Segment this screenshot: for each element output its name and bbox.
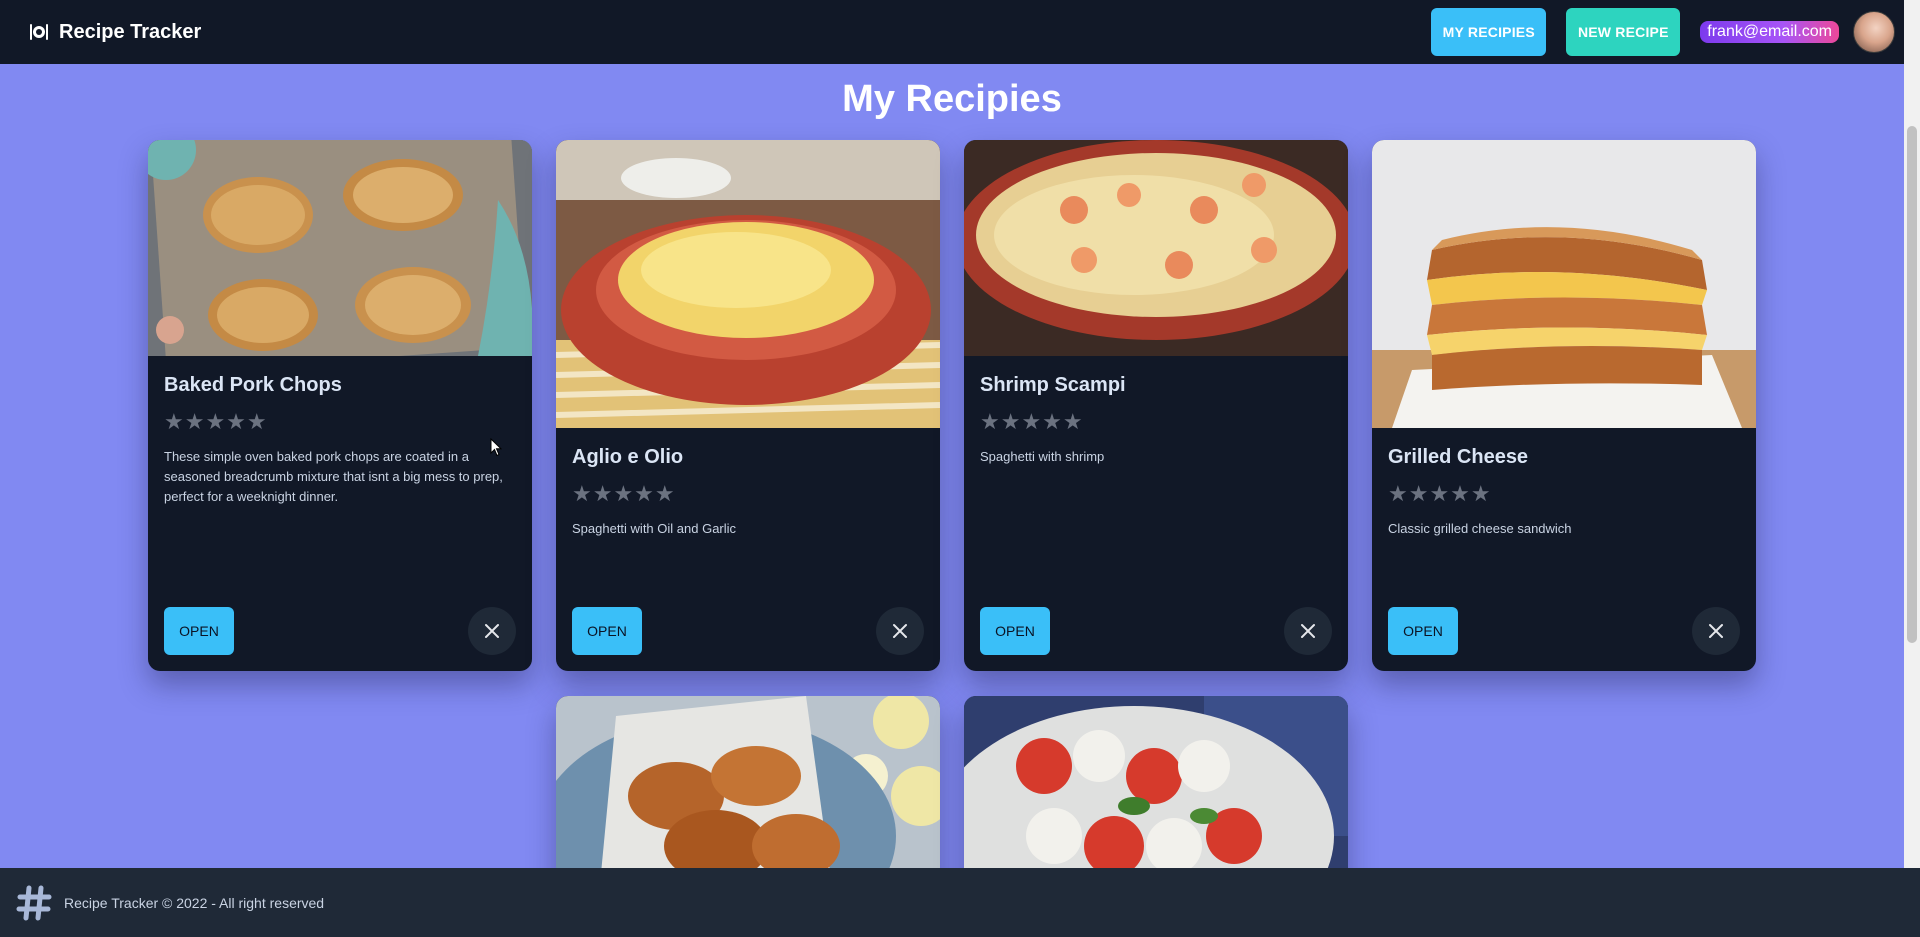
user-email-badge[interactable]: frank@email.com bbox=[1700, 21, 1839, 43]
open-recipe-button[interactable]: OPEN bbox=[1388, 607, 1458, 655]
close-icon bbox=[1301, 624, 1315, 638]
star-rating[interactable]: ★★★★★ bbox=[572, 483, 924, 505]
recipe-description: Spaghetti with shrimp bbox=[980, 449, 1105, 464]
mouse-cursor-icon bbox=[490, 438, 502, 457]
delete-recipe-button[interactable] bbox=[468, 607, 516, 655]
my-recipes-button[interactable]: MY RECIPIES bbox=[1431, 8, 1547, 56]
recipe-title: Grilled Cheese bbox=[1388, 446, 1529, 468]
scrollbar[interactable] bbox=[1904, 0, 1920, 868]
plate-cutlery-icon bbox=[30, 24, 48, 40]
recipe-title: Aglio e Olio bbox=[572, 446, 684, 468]
open-recipe-button[interactable]: OPEN bbox=[980, 607, 1050, 655]
recipe-card: Baked Pork Chops ★★★★★ These simple oven… bbox=[148, 140, 532, 671]
star-rating[interactable]: ★★★★★ bbox=[164, 411, 516, 433]
close-icon bbox=[1709, 624, 1723, 638]
delete-recipe-button[interactable] bbox=[1692, 607, 1740, 655]
new-recipe-button[interactable]: NEW RECIPE bbox=[1566, 8, 1681, 56]
grilled-cheese-image bbox=[1372, 140, 1756, 428]
delete-recipe-button[interactable] bbox=[1284, 607, 1332, 655]
close-icon bbox=[485, 624, 499, 638]
page-title: My Recipies bbox=[842, 78, 1062, 120]
star-rating[interactable]: ★★★★★ bbox=[980, 411, 1332, 433]
scrollbar-thumb[interactable] bbox=[1907, 126, 1917, 643]
navbar: Recipe Tracker MY RECIPIES NEW RECIPE fr… bbox=[0, 0, 1904, 64]
open-recipe-button[interactable]: OPEN bbox=[572, 607, 642, 655]
star-rating[interactable]: ★★★★★ bbox=[1388, 483, 1740, 505]
close-icon bbox=[893, 624, 907, 638]
brand[interactable]: Recipe Tracker bbox=[29, 21, 201, 44]
recipe-card: Shrimp Scampi ★★★★★ Spaghetti with shrim… bbox=[964, 140, 1348, 671]
recipe-description: These simple oven baked pork chops are c… bbox=[164, 449, 503, 504]
delete-recipe-button[interactable] bbox=[876, 607, 924, 655]
recipe-card: Grilled Cheese ★★★★★ Classic grilled che… bbox=[1372, 140, 1756, 671]
avatar[interactable] bbox=[1853, 11, 1895, 53]
recipe-title: Shrimp Scampi bbox=[980, 374, 1126, 396]
recipe-title: Baked Pork Chops bbox=[164, 374, 342, 396]
app-title: Recipe Tracker bbox=[59, 20, 202, 43]
open-recipe-button[interactable]: OPEN bbox=[164, 607, 234, 655]
recipe-card: Aglio e Olio ★★★★★ Spaghetti with Oil an… bbox=[556, 140, 940, 671]
footer-text: Recipe Tracker © 2022 - All right reserv… bbox=[64, 894, 325, 911]
hashtag-logo-icon bbox=[16, 885, 52, 920]
recipe-description: Classic grilled cheese sandwich bbox=[1388, 521, 1572, 536]
recipe-description: Spaghetti with Oil and Garlic bbox=[572, 521, 737, 536]
shrimp-scampi-image bbox=[964, 140, 1348, 356]
aglio-e-olio-image bbox=[556, 140, 940, 428]
baked-pork-chops-image bbox=[148, 140, 532, 356]
footer: Recipe Tracker © 2022 - All right reserv… bbox=[0, 868, 1920, 937]
